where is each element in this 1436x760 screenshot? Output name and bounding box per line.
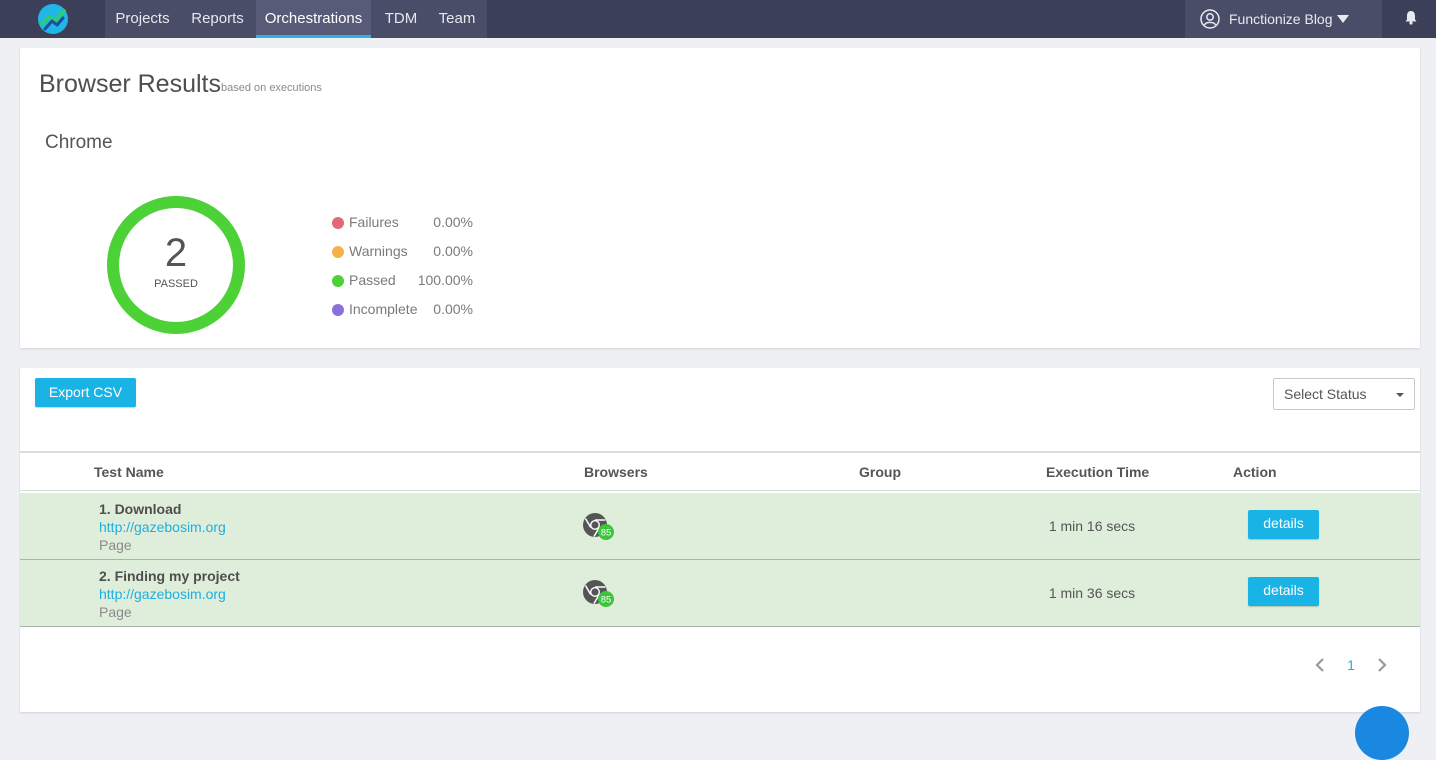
legend-value: 0.00% [433, 243, 473, 259]
table-row[interactable]: 2. Finding my project http://gazebosim.o… [20, 560, 1420, 627]
browser-name: Chrome [45, 132, 113, 153]
nav-orchestrations[interactable]: Orchestrations [256, 0, 371, 38]
top-nav-bar: Projects Reports Orchestrations TDM Team… [0, 0, 1436, 38]
table-header: Test Name Browsers Group Execution Time … [20, 451, 1420, 491]
legend-value: 100.00% [417, 272, 473, 288]
user-name: Functionize Blog [1229, 11, 1333, 27]
test-type: Page [99, 537, 132, 553]
main-nav: Projects Reports Orchestrations TDM Team [105, 0, 487, 38]
page-subtitle: based on executions [221, 82, 322, 94]
nav-tdm[interactable]: TDM [371, 0, 431, 38]
chevron-left-icon[interactable] [1314, 658, 1326, 672]
legend-dot [332, 304, 344, 316]
browser-version-badge: 85 [601, 595, 612, 606]
test-type: Page [99, 604, 132, 620]
legend-dot [332, 246, 344, 258]
nav-reports[interactable]: Reports [180, 0, 255, 38]
donut-label: PASSED [154, 278, 198, 290]
legend-label: Passed [349, 272, 396, 288]
status-select-value: Select Status [1284, 386, 1367, 402]
export-csv-button[interactable]: Export CSV [35, 378, 136, 407]
legend-value: 0.00% [433, 214, 473, 230]
header-group[interactable]: Group [859, 464, 901, 480]
header-test-name[interactable]: Test Name [94, 464, 164, 480]
help-chat-button[interactable] [1355, 706, 1409, 760]
caret-down-icon [1396, 393, 1404, 397]
test-url-link[interactable]: http://gazebosim.org [99, 519, 226, 535]
legend-dot [332, 217, 344, 229]
bell-icon[interactable] [1404, 10, 1418, 25]
user-circle-icon [1200, 9, 1220, 29]
chevron-right-icon[interactable] [1376, 658, 1388, 672]
user-menu[interactable]: Functionize Blog [1185, 0, 1382, 38]
nav-projects[interactable]: Projects [105, 0, 180, 38]
page-title: Browser Results [39, 70, 221, 98]
header-execution-time[interactable]: Execution Time [1046, 464, 1149, 480]
details-button[interactable]: details [1248, 510, 1319, 539]
test-results-card: Export CSV Select Status Test Name Brows… [20, 368, 1420, 712]
execution-time: 1 min 16 secs [1048, 518, 1136, 534]
execution-time: 1 min 36 secs [1048, 585, 1136, 601]
test-name: 1. Download [99, 501, 182, 517]
chrome-icon: 85 [583, 580, 614, 607]
table-row[interactable]: 1. Download http://gazebosim.org Page 85… [20, 493, 1420, 560]
donut-count: 2 [164, 231, 188, 275]
header-browsers[interactable]: Browsers [584, 464, 648, 480]
browser-version-badge: 85 [601, 528, 612, 539]
chrome-icon: 85 [583, 513, 614, 540]
details-button[interactable]: details [1248, 577, 1319, 606]
test-name: 2. Finding my project [99, 568, 240, 584]
caret-down-icon [1337, 15, 1349, 23]
legend-value: 0.00% [433, 301, 473, 317]
pagination-page[interactable]: 1 [1343, 657, 1359, 673]
status-filter-select[interactable]: Select Status [1273, 378, 1415, 410]
functionize-logo-icon[interactable] [37, 3, 69, 35]
test-url-link[interactable]: http://gazebosim.org [99, 586, 226, 602]
header-action: Action [1233, 464, 1277, 480]
legend-dot [332, 275, 344, 287]
nav-team[interactable]: Team [431, 0, 483, 38]
browser-results-card: Browser Results based on executions Chro… [20, 48, 1420, 348]
